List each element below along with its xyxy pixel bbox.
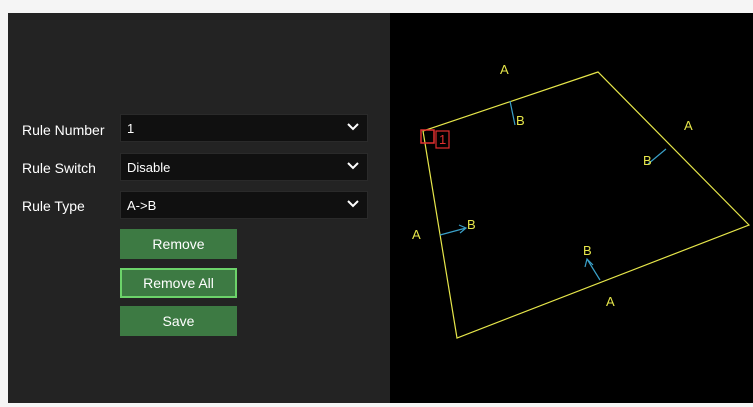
side-a-label: A — [412, 227, 421, 242]
remove-all-button[interactable]: Remove All — [120, 268, 237, 298]
rule-switch-label: Rule Switch — [22, 160, 96, 176]
direction-arrow — [586, 258, 601, 281]
rule-number-label: Rule Number — [22, 122, 105, 138]
side-a-label: A — [684, 118, 693, 133]
rule-switch-value: Disable — [127, 160, 171, 175]
rule-overlay: 1 A B A B A B B A — [412, 62, 751, 339]
rule-number-value: 1 — [127, 121, 135, 136]
rule-index-label: 1 — [439, 132, 446, 147]
side-b-label: B — [583, 243, 592, 258]
chevron-down-icon — [347, 162, 359, 170]
remove-button[interactable]: Remove — [120, 229, 237, 259]
side-b-label: B — [516, 113, 525, 128]
save-button[interactable]: Save — [120, 306, 237, 336]
rule-switch-select[interactable]: Disable — [120, 153, 368, 181]
side-b-label: B — [467, 217, 476, 232]
side-b-label: B — [643, 153, 652, 168]
detection-region[interactable] — [422, 71, 751, 339]
chevron-down-icon — [347, 200, 359, 208]
chevron-down-icon — [347, 123, 359, 131]
rule-number-select[interactable]: 1 — [120, 114, 368, 142]
rule-type-label: Rule Type — [22, 198, 85, 214]
rule-type-select[interactable]: A->B — [120, 191, 368, 219]
side-a-label: A — [606, 294, 615, 309]
side-a-label: A — [500, 62, 509, 77]
direction-arrow — [509, 100, 516, 126]
rule-type-value: A->B — [127, 198, 157, 213]
video-preview[interactable]: 1 A B A B A B B A — [390, 13, 753, 403]
settings-panel: Rule Number 1 Rule Switch Disable Rule T… — [8, 13, 390, 403]
